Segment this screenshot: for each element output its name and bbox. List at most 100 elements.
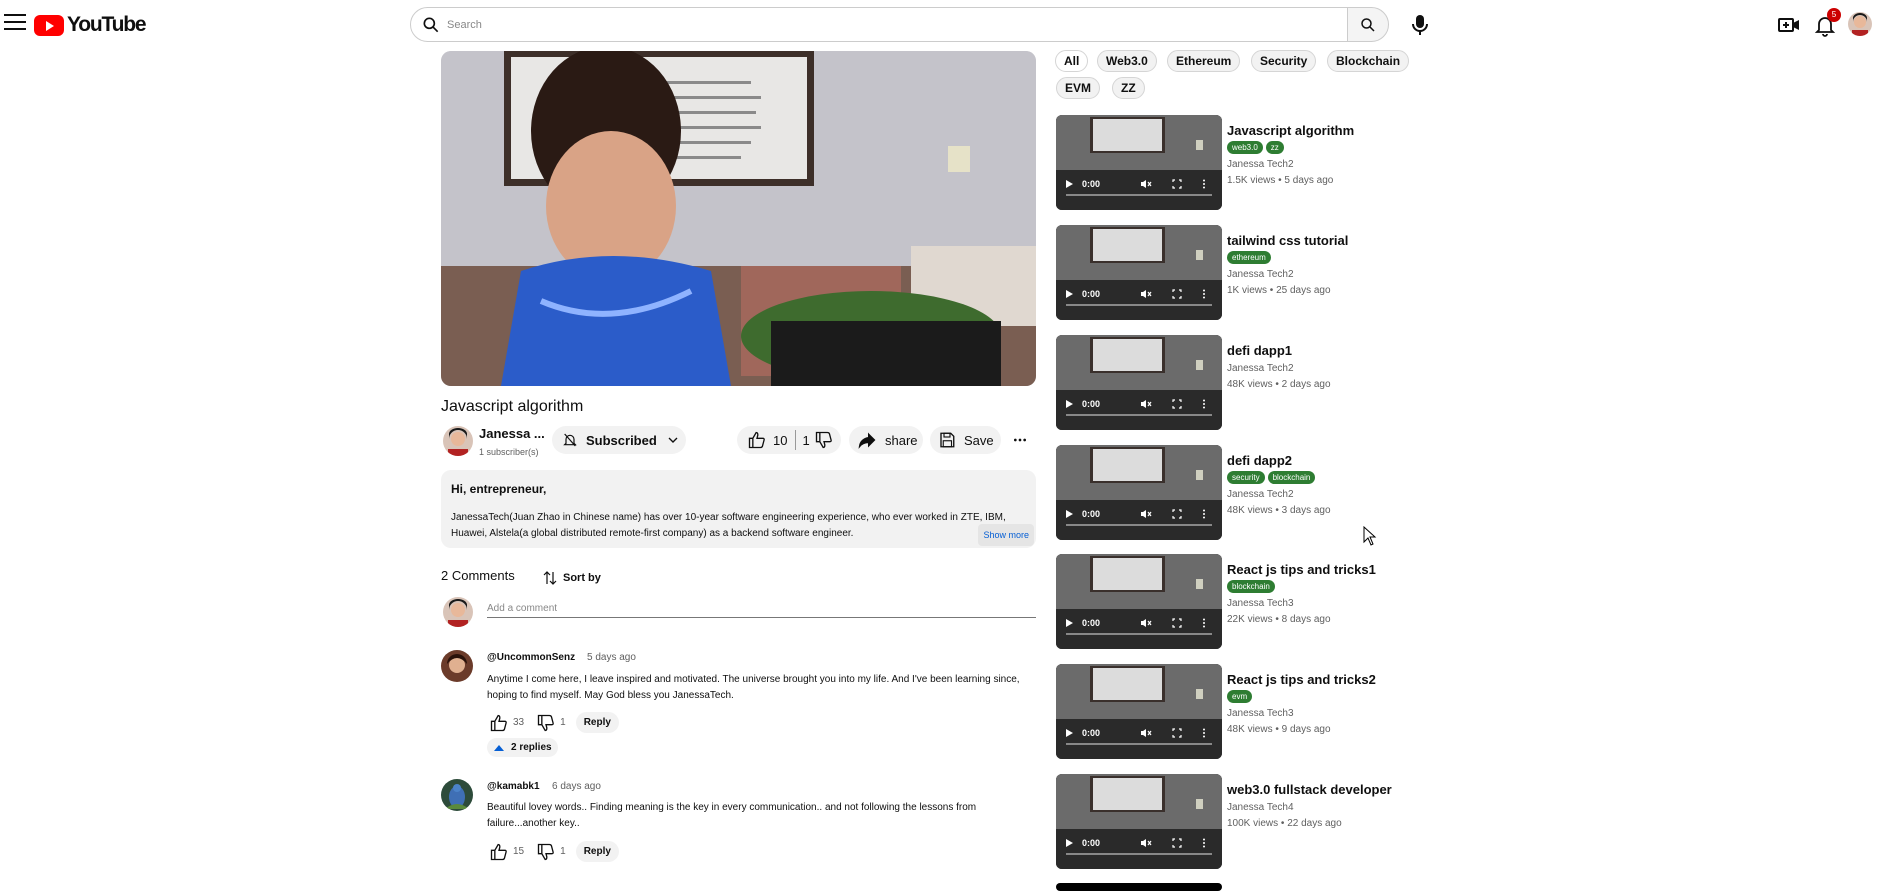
more-options-icon[interactable] (1202, 728, 1206, 738)
chip-web3[interactable]: Web3.0 (1097, 50, 1157, 72)
recommendation-item[interactable]: 0:00 React js tips and tricks2 evm Janessa … (1056, 664, 1456, 759)
show-more-button[interactable]: Show more (978, 524, 1034, 546)
fullscreen-icon[interactable] (1172, 838, 1182, 848)
play-icon[interactable] (1064, 289, 1074, 299)
recommendation-item[interactable]: 0:00 defi dapp1 Janessa Tech2 48K views • 2… (1056, 335, 1456, 430)
comment-author[interactable]: @UncommonSenz (487, 652, 575, 663)
video-player[interactable] (441, 51, 1036, 386)
recommendation-item-partial[interactable] (1056, 883, 1456, 891)
progress-track[interactable] (1066, 633, 1212, 635)
play-icon[interactable] (1064, 179, 1074, 189)
progress-track[interactable] (1066, 853, 1212, 855)
tag-badge[interactable]: ethereum (1227, 251, 1271, 264)
recommendation-title[interactable]: defi dapp1 (1227, 343, 1292, 358)
play-icon[interactable] (1064, 399, 1074, 409)
video-thumbnail[interactable] (1056, 883, 1222, 891)
sort-by-button[interactable]: Sort by (541, 569, 601, 587)
more-options-icon[interactable] (1202, 509, 1206, 519)
progress-track[interactable] (1066, 524, 1212, 526)
subscribed-button[interactable]: Subscribed (552, 426, 686, 454)
tag-badge[interactable]: zz (1265, 141, 1284, 154)
create-video-icon[interactable] (1777, 13, 1801, 37)
more-options-icon[interactable] (1202, 179, 1206, 189)
video-thumbnail[interactable]: 0:00 (1056, 554, 1222, 649)
play-icon[interactable] (1064, 728, 1074, 738)
progress-track[interactable] (1066, 414, 1212, 416)
tag-badge[interactable]: blockchain (1267, 471, 1316, 484)
play-icon[interactable] (1064, 509, 1074, 519)
youtube-logo[interactable]: YouTube (34, 13, 147, 37)
recommendation-item[interactable]: 0:00 Javascript algorithm web3.0 zz Janessa … (1056, 115, 1456, 210)
recommendation-channel[interactable]: Janessa Tech4 (1227, 802, 1294, 813)
video-thumbnail[interactable]: 0:00 (1056, 445, 1222, 540)
video-thumbnail[interactable]: 0:00 (1056, 335, 1222, 430)
tag-badge[interactable]: evm (1227, 690, 1253, 703)
fullscreen-icon[interactable] (1172, 399, 1182, 409)
search-input[interactable] (447, 18, 1327, 31)
channel-name[interactable]: Janessa ... (479, 426, 545, 441)
recommendation-channel[interactable]: Janessa Tech3 (1227, 598, 1294, 609)
recommendation-item[interactable]: 0:00 React js tips and tricks1 blockchain J… (1056, 554, 1456, 649)
recommendation-channel[interactable]: Janessa Tech2 (1227, 363, 1294, 374)
share-button[interactable]: share (849, 426, 923, 454)
fullscreen-icon[interactable] (1172, 618, 1182, 628)
more-actions-icon[interactable] (1011, 432, 1029, 448)
chip-security[interactable]: Security (1251, 50, 1317, 72)
channel-avatar[interactable] (443, 426, 473, 456)
recommendation-channel[interactable]: Janessa Tech2 (1227, 489, 1294, 500)
more-options-icon[interactable] (1202, 618, 1206, 628)
dislike-icon[interactable] (536, 842, 556, 862)
tag-badge[interactable]: web3.0 (1227, 141, 1263, 154)
more-options-icon[interactable] (1202, 289, 1206, 299)
recommendation-channel[interactable]: Janessa Tech2 (1227, 269, 1294, 280)
fullscreen-icon[interactable] (1172, 509, 1182, 519)
view-replies-button[interactable]: 2 replies (487, 738, 558, 757)
recommendation-item[interactable]: 0:00 defi dapp2 security blockchain Janessa … (1056, 445, 1456, 540)
fullscreen-icon[interactable] (1172, 289, 1182, 299)
recommendation-channel[interactable]: Janessa Tech3 (1227, 708, 1294, 719)
progress-track[interactable] (1066, 194, 1212, 196)
fullscreen-icon[interactable] (1172, 728, 1182, 738)
chip-all[interactable]: All (1055, 50, 1089, 72)
comment-author[interactable]: @kamabk1 (487, 781, 540, 792)
progress-track[interactable] (1066, 743, 1212, 745)
mute-icon[interactable] (1140, 399, 1152, 409)
chip-zz[interactable]: ZZ (1112, 77, 1145, 99)
tag-badge[interactable]: blockchain (1227, 580, 1275, 593)
recommendation-title[interactable]: React js tips and tricks2 (1227, 672, 1376, 687)
comment-author-avatar[interactable] (441, 779, 473, 811)
tag-badge[interactable]: security (1227, 471, 1265, 484)
mute-icon[interactable] (1140, 289, 1152, 299)
add-comment-input[interactable] (487, 600, 1036, 618)
search-button[interactable] (1347, 7, 1389, 42)
chip-ethereum[interactable]: Ethereum (1167, 50, 1241, 72)
video-thumbnail[interactable]: 0:00 (1056, 774, 1222, 869)
mute-icon[interactable] (1140, 618, 1152, 628)
video-thumbnail[interactable]: 0:00 (1056, 115, 1222, 210)
recommendation-item[interactable]: 0:00 tailwind css tutorial ethereum Janessa… (1056, 225, 1456, 320)
menu-icon[interactable] (4, 14, 26, 32)
mute-icon[interactable] (1140, 728, 1152, 738)
dislike-icon[interactable] (814, 430, 834, 450)
comment-author-avatar[interactable] (441, 650, 473, 682)
user-avatar[interactable] (1848, 12, 1872, 36)
more-options-icon[interactable] (1202, 838, 1206, 848)
description-box[interactable]: Hi, entrepreneur, JanessaTech(Juan Zhao … (441, 470, 1036, 548)
mute-icon[interactable] (1140, 179, 1152, 189)
recommendation-title[interactable]: web3.0 fullstack developer (1227, 782, 1392, 797)
like-icon[interactable] (489, 842, 509, 862)
recommendation-channel[interactable]: Janessa Tech2 (1227, 159, 1294, 170)
reply-button[interactable]: Reply (575, 712, 619, 733)
chip-blockchain[interactable]: Blockchain (1327, 50, 1410, 72)
recommendation-title[interactable]: Javascript algorithm (1227, 123, 1354, 138)
like-icon[interactable] (489, 713, 509, 733)
progress-track[interactable] (1066, 304, 1212, 306)
save-button[interactable]: Save (930, 426, 1001, 454)
dislike-icon[interactable] (536, 713, 556, 733)
mute-icon[interactable] (1140, 509, 1152, 519)
video-thumbnail[interactable]: 0:00 (1056, 664, 1222, 759)
recommendation-title[interactable]: tailwind css tutorial (1227, 233, 1348, 248)
microphone-icon[interactable] (1410, 13, 1430, 37)
fullscreen-icon[interactable] (1172, 179, 1182, 189)
reply-button[interactable]: Reply (575, 841, 619, 862)
